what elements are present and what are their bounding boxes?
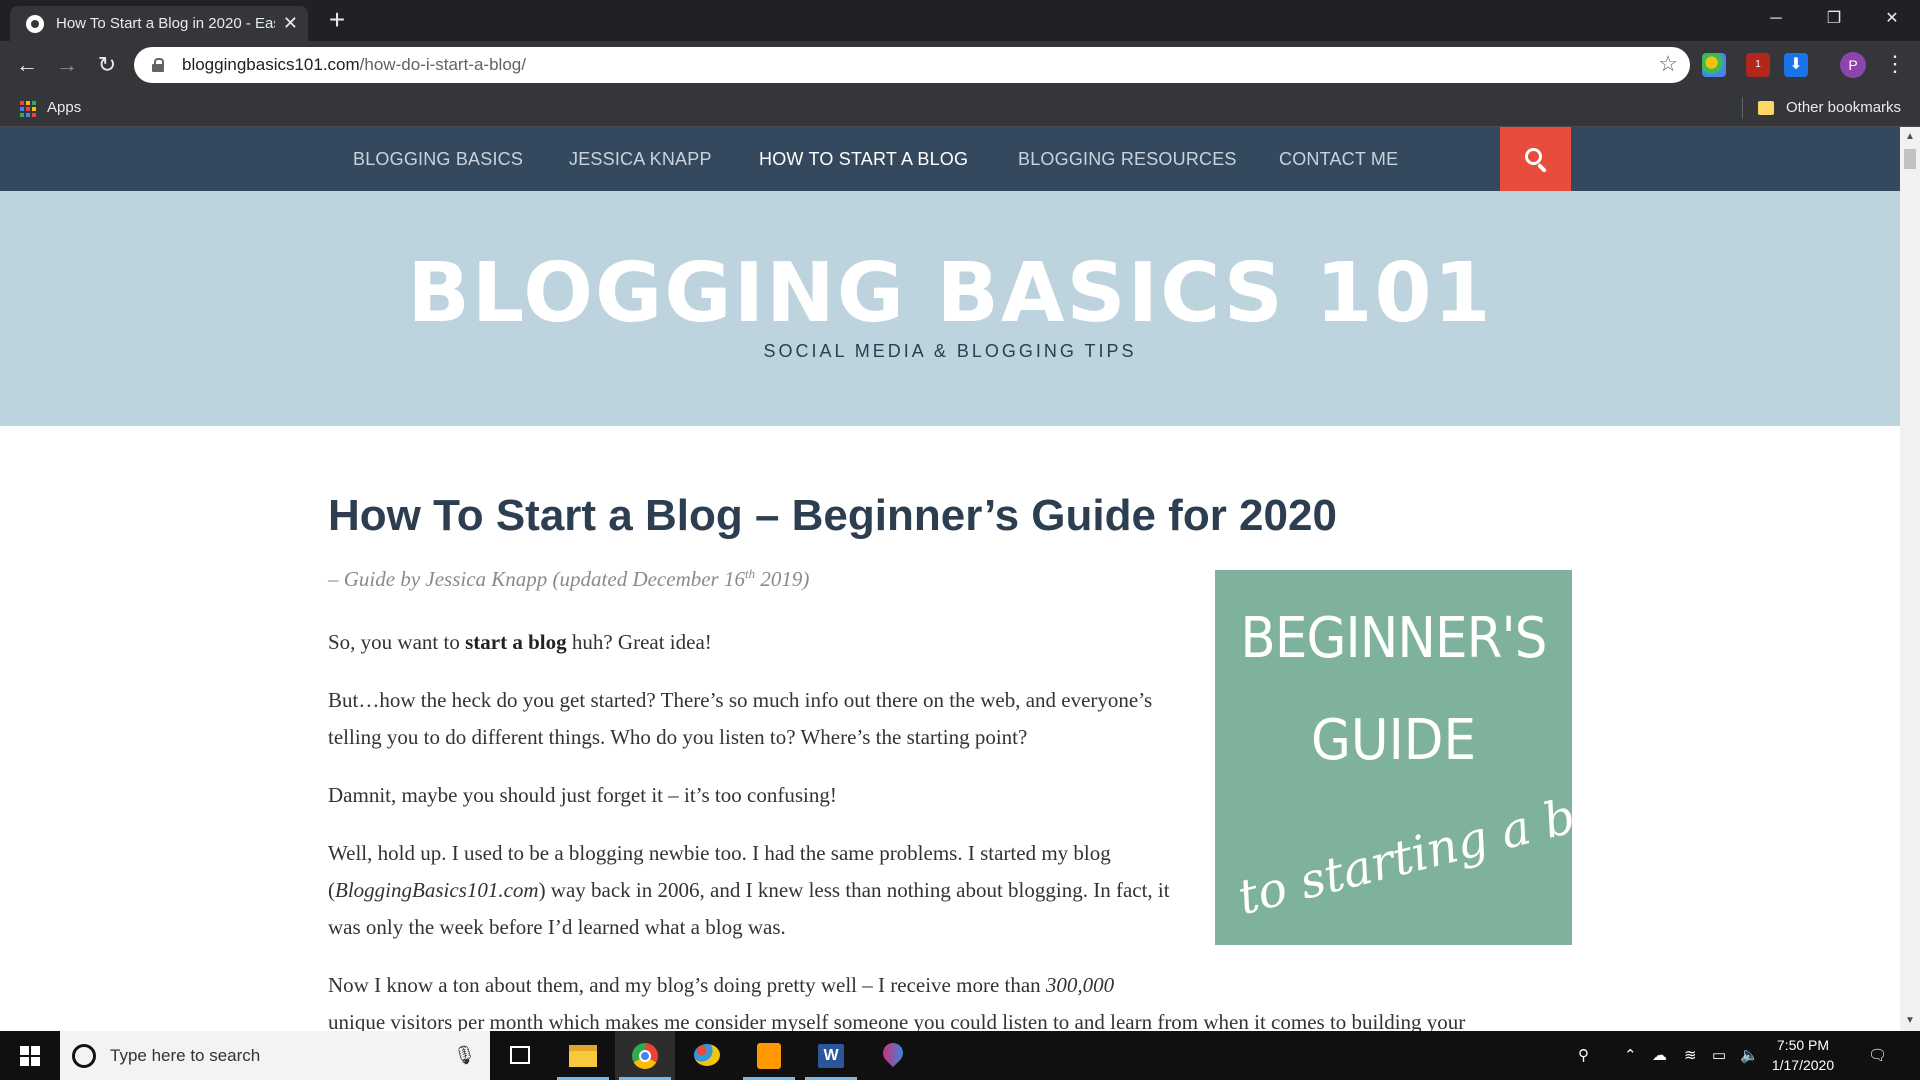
ublock-extension-icon[interactable]: 1 xyxy=(1746,53,1770,77)
restore-button[interactable]: ❐ xyxy=(1806,0,1862,41)
byline: – Guide by Jessica Knapp (updated Decemb… xyxy=(328,566,810,591)
guide-image-line-1: BEGINNER'S xyxy=(1240,606,1547,671)
site-favicon-icon xyxy=(26,14,44,33)
browser-menu-icon[interactable]: ⋮ xyxy=(1884,51,1906,77)
site-header: BLOGGING BASICS 101 SOCIAL MEDIA & BLOGG… xyxy=(0,191,1900,426)
other-bookmarks[interactable]: Other bookmarks xyxy=(1786,99,1901,116)
browser-tab[interactable]: How To Start a Blog in 2020 - Eas ✕ xyxy=(10,6,308,41)
extension-badge: 1 xyxy=(1755,59,1761,70)
back-arrow-icon[interactable]: ← xyxy=(12,50,42,80)
page-scrollbar[interactable]: ▲ ▼ xyxy=(1900,127,1920,1031)
wifi-icon[interactable]: ≋ xyxy=(1684,1031,1697,1080)
people-icon[interactable]: ⚲ xyxy=(1578,1031,1589,1080)
extension-colorful-icon[interactable] xyxy=(1702,53,1726,77)
task-view-icon[interactable] xyxy=(490,1031,550,1080)
url-text: bloggingbasics101.com/how-do-i-start-a-b… xyxy=(182,55,526,75)
scroll-thumb[interactable] xyxy=(1904,149,1916,169)
microphone-icon[interactable]: 🎙 xyxy=(453,1045,476,1066)
paragraph-2: But…how the heck do you get started? The… xyxy=(328,688,1153,749)
url-domain: bloggingbasics101.com xyxy=(182,55,360,74)
post-title: How To Start a Blog – Beginner’s Guide f… xyxy=(328,491,1337,540)
bookmark-star-icon[interactable]: ☆ xyxy=(1658,51,1678,77)
volume-icon[interactable]: 🔈 xyxy=(1740,1031,1759,1080)
folder-icon xyxy=(1758,101,1774,115)
bookmark-separator xyxy=(1742,97,1743,119)
minimize-button[interactable]: ─ xyxy=(1748,0,1804,41)
profile-avatar[interactable]: P xyxy=(1840,52,1866,78)
chrome-taskbar-icon[interactable] xyxy=(615,1031,675,1080)
paragraph-4: Well, hold up. I used to be a blogging n… xyxy=(328,841,1170,939)
nav-how-to-start-a-blog[interactable]: HOW TO START A BLOG xyxy=(759,127,968,191)
tab-title: How To Start a Blog in 2020 - Eas xyxy=(56,15,275,32)
site-search-button[interactable] xyxy=(1500,127,1571,191)
address-bar[interactable]: bloggingbasics101.com/how-do-i-start-a-b… xyxy=(134,47,1690,83)
guide-image-line-2: GUIDE xyxy=(1310,708,1477,773)
battery-icon[interactable]: ▭ xyxy=(1712,1031,1726,1080)
nav-jessica-knapp[interactable]: JESSICA KNAPP xyxy=(569,127,712,191)
site-title[interactable]: BLOGGING BASICS 101 xyxy=(0,249,1900,339)
taskbar-search-placeholder: Type here to search xyxy=(110,1045,261,1065)
page-viewport: BLOGGING BASICS JESSICA KNAPP HOW TO STA… xyxy=(0,127,1900,1031)
browser-tab-bar: How To Start a Blog in 2020 - Eas ✕ + ─ … xyxy=(0,0,1920,41)
action-center-icon[interactable]: 🗨 xyxy=(1868,1031,1887,1080)
show-hidden-icons-chevron-icon[interactable]: ⌃ xyxy=(1624,1031,1637,1080)
lock-icon xyxy=(152,58,164,72)
reload-icon[interactable]: ↻ xyxy=(92,50,122,80)
windows-taskbar: Type here to search 🎙 W ⚲ ⌃ ☁ ≋ ▭ 🔈 7:50… xyxy=(0,1031,1920,1080)
scroll-up-arrow-icon[interactable]: ▲ xyxy=(1905,131,1915,142)
paragraph-5-line-2: unique visitors per month which makes me… xyxy=(328,1010,1466,1031)
url-path: /how-do-i-start-a-blog/ xyxy=(359,55,526,74)
bookmarks-bar: Apps Other bookmarks xyxy=(0,89,1920,127)
apps-bookmark[interactable]: Apps xyxy=(47,99,81,116)
taskbar-clock[interactable]: 7:50 PM 1/17/2020 xyxy=(1758,1035,1848,1075)
browser-toolbar: ← → ↻ bloggingbasics101.com/how-do-i-sta… xyxy=(0,41,1920,89)
word-app-icon[interactable]: W xyxy=(801,1031,861,1080)
forward-arrow-icon[interactable]: → xyxy=(52,50,82,80)
paint-app-icon[interactable] xyxy=(677,1031,737,1080)
cortana-icon xyxy=(72,1043,96,1068)
windows-logo-icon xyxy=(20,1046,40,1066)
new-tab-button[interactable]: + xyxy=(322,6,352,36)
site-tagline: SOCIAL MEDIA & BLOGGING TIPS xyxy=(763,341,1137,361)
nav-blogging-basics[interactable]: BLOGGING BASICS xyxy=(353,127,523,191)
paragraph-1: So, you want to start a blog huh? Great … xyxy=(328,630,712,654)
sublime-text-icon[interactable] xyxy=(739,1031,799,1080)
clock-date: 1/17/2020 xyxy=(1771,1057,1835,1073)
nav-blogging-resources[interactable]: BLOGGING RESOURCES xyxy=(1018,127,1237,191)
scroll-down-arrow-icon[interactable]: ▼ xyxy=(1905,1015,1915,1026)
guide-image-script: to starting a blog xyxy=(1232,770,1572,926)
download-extension-icon[interactable]: ⬇ xyxy=(1784,53,1808,77)
clock-time: 7:50 PM xyxy=(1776,1037,1830,1053)
beginners-guide-image: BEGINNER'S GUIDE to starting a blog xyxy=(1215,570,1572,945)
site-navigation: BLOGGING BASICS JESSICA KNAPP HOW TO STA… xyxy=(0,127,1900,191)
paragraph-5-line-1: Now I know a ton about them, and my blog… xyxy=(328,973,1115,997)
start-button[interactable] xyxy=(0,1031,60,1080)
nav-contact-me[interactable]: CONTACT ME xyxy=(1279,127,1398,191)
tab-close-icon[interactable]: ✕ xyxy=(283,13,298,34)
onedrive-cloud-icon[interactable]: ☁ xyxy=(1652,1031,1667,1080)
window-close-button[interactable]: ✕ xyxy=(1864,0,1920,41)
apps-grid-icon[interactable] xyxy=(20,101,36,117)
file-explorer-icon[interactable] xyxy=(553,1031,613,1080)
taskbar-search-box[interactable]: Type here to search 🎙 xyxy=(60,1031,490,1080)
maps-app-icon[interactable] xyxy=(863,1031,923,1080)
paragraph-3: Damnit, maybe you should just forget it … xyxy=(328,783,837,807)
